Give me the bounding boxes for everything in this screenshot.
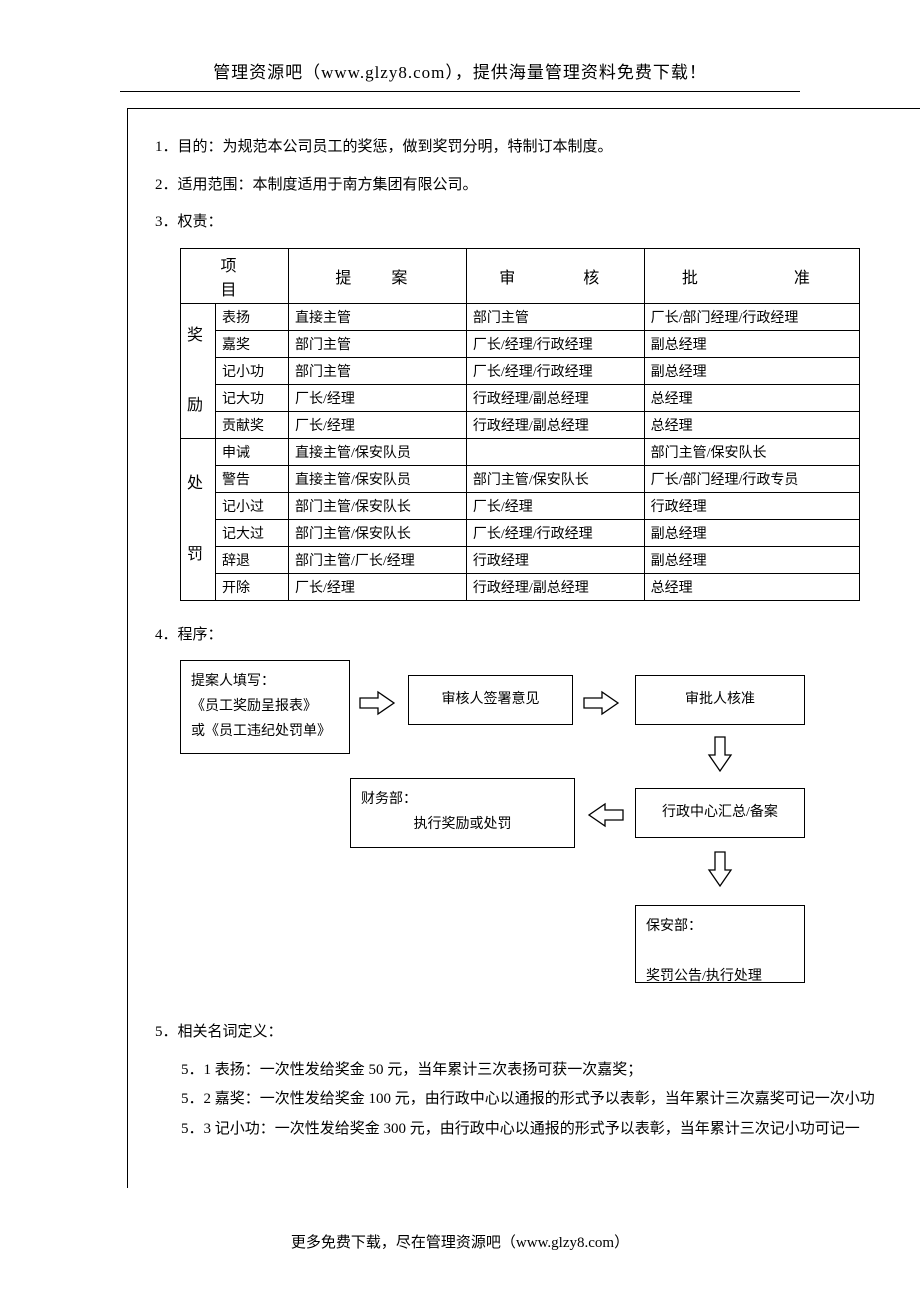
cell-sub: 嘉奖 (216, 330, 289, 357)
flow-box-review: 审核人签署意见 (408, 675, 573, 725)
arrow-left-icon (585, 800, 625, 830)
cell-a: 直接主管/保安队员 (289, 465, 467, 492)
flow-box-finance: 财务部： 执行奖励或处罚 (350, 778, 575, 848)
cell-b: 部门主管 (466, 303, 644, 330)
cell-b: 厂长/经理/行政经理 (466, 330, 644, 357)
arrow-right-icon (358, 688, 398, 718)
cell-a: 部门主管 (289, 357, 467, 384)
responsibility-table: 项 目 提 案 审 核 批 准 奖励 表扬 直接主管 部门主管 厂长/部门经理/… (180, 248, 860, 601)
group-reward-label: 奖励 (181, 303, 216, 438)
cell-b: 厂长/经理/行政经理 (466, 357, 644, 384)
cell-a: 部门主管/保安队长 (289, 492, 467, 519)
cell-c: 部门主管/保安队长 (644, 438, 859, 465)
para-procedure: 4．程序： (155, 623, 895, 649)
cell-sub: 表扬 (216, 303, 289, 330)
page-header: 管理资源吧（www.glzy8.com），提供海量管理资料免费下载！ (0, 0, 920, 83)
cell-sub: 记小功 (216, 357, 289, 384)
table-row: 警告 直接主管/保安队员 部门主管/保安队长 厂长/部门经理/行政专员 (181, 465, 860, 492)
para-responsibility: 3．权责： (155, 210, 895, 236)
table-row: 处罚 申诫 直接主管/保安队员 部门主管/保安队长 (181, 438, 860, 465)
cell-b (466, 438, 644, 465)
cell-b: 厂长/经理 (466, 492, 644, 519)
cell-c: 总经理 (644, 573, 859, 600)
cell-c: 行政经理 (644, 492, 859, 519)
flow-box-approve: 审批人核准 (635, 675, 805, 725)
table-row: 开除 厂长/经理 行政经理/副总经理 总经理 (181, 573, 860, 600)
cell-a: 厂长/经理 (289, 384, 467, 411)
table-row: 记大功 厂长/经理 行政经理/副总经理 总经理 (181, 384, 860, 411)
cell-b: 部门主管/保安队长 (466, 465, 644, 492)
flow-b1-l2: 《员工奖励呈报表》 (191, 699, 317, 714)
cell-c: 厂长/部门经理/行政经理 (644, 303, 859, 330)
table-row: 记大过 部门主管/保安队长 厂长/经理/行政经理 副总经理 (181, 519, 860, 546)
th-review: 审 核 (466, 248, 644, 303)
flow-box-admin: 行政中心汇总/备案 (635, 788, 805, 838)
flow-b2-text: 审核人签署意见 (442, 687, 540, 712)
cell-sub: 开除 (216, 573, 289, 600)
cell-c: 副总经理 (644, 546, 859, 573)
flow-b6-l1: 保安部： (646, 919, 702, 934)
cell-b: 行政经理/副总经理 (466, 384, 644, 411)
flow-box-security: 保安部： 奖罚公告/执行处理 (635, 905, 805, 983)
arrow-down-icon (705, 735, 735, 775)
cell-sub: 警告 (216, 465, 289, 492)
table-row: 贡献奖 厂长/经理 行政经理/副总经理 总经理 (181, 411, 860, 438)
cell-a: 直接主管/保安队员 (289, 438, 467, 465)
cell-sub: 辞退 (216, 546, 289, 573)
para-purpose: 1．目的：为规范本公司员工的奖惩，做到奖罚分明，特制订本制度。 (155, 135, 895, 161)
flow-b3-text: 审批人核准 (685, 687, 755, 712)
flow-b1-l1: 提案人填写： (191, 674, 275, 689)
cell-c: 厂长/部门经理/行政专员 (644, 465, 859, 492)
table-row: 嘉奖 部门主管 厂长/经理/行政经理 副总经理 (181, 330, 860, 357)
flow-box-proposal: 提案人填写： 《员工奖励呈报表》 或《员工违纪处罚单》 (180, 660, 350, 754)
cell-sub: 记大功 (216, 384, 289, 411)
flow-b6-l2: 奖罚公告/执行处理 (646, 969, 762, 984)
document-page: 管理资源吧（www.glzy8.com），提供海量管理资料免费下载！ 1．目的：… (0, 0, 920, 1302)
cell-sub: 贡献奖 (216, 411, 289, 438)
cell-a: 厂长/经理 (289, 411, 467, 438)
cell-sub: 申诫 (216, 438, 289, 465)
cell-a: 厂长/经理 (289, 573, 467, 600)
cell-c: 总经理 (644, 411, 859, 438)
arrow-down-icon (705, 850, 735, 890)
cell-b: 行政经理/副总经理 (466, 573, 644, 600)
flow-b5-l2: 执行奖励或处罚 (414, 817, 512, 832)
cell-b: 厂长/经理/行政经理 (466, 519, 644, 546)
arrow-right-icon (582, 688, 622, 718)
cell-b: 行政经理 (466, 546, 644, 573)
flow-b1-l3: 或《员工违纪处罚单》 (191, 724, 331, 739)
para-scope: 2．适用范围：本制度适用于南方集团有限公司。 (155, 173, 895, 199)
cell-a: 直接主管 (289, 303, 467, 330)
table-header-row: 项 目 提 案 审 核 批 准 (181, 248, 860, 303)
cell-c: 副总经理 (644, 519, 859, 546)
cell-c: 副总经理 (644, 357, 859, 384)
table-row: 记小过 部门主管/保安队长 厂长/经理 行政经理 (181, 492, 860, 519)
cell-a: 部门主管/厂长/经理 (289, 546, 467, 573)
table-row: 记小功 部门主管 厂长/经理/行政经理 副总经理 (181, 357, 860, 384)
flow-diagram: 提案人填写： 《员工奖励呈报表》 或《员工违纪处罚单》 审核人签署意见 审批人核… (180, 660, 880, 1160)
table-row: 奖励 表扬 直接主管 部门主管 厂长/部门经理/行政经理 (181, 303, 860, 330)
th-item: 项 目 (181, 248, 289, 303)
cell-c: 副总经理 (644, 330, 859, 357)
page-footer: 更多免费下载，尽在管理资源吧（www.glzy8.com） (0, 1231, 920, 1252)
flow-b4-text: 行政中心汇总/备案 (662, 800, 778, 825)
content-body: 1．目的：为规范本公司员工的奖惩，做到奖罚分明，特制订本制度。 2．适用范围：本… (155, 135, 895, 1146)
header-rule (120, 91, 800, 92)
cell-a: 部门主管 (289, 330, 467, 357)
th-proposal: 提 案 (289, 248, 467, 303)
cell-sub: 记大过 (216, 519, 289, 546)
flow-b5-l1: 财务部： (361, 792, 417, 807)
cell-sub: 记小过 (216, 492, 289, 519)
th-approve: 批 准 (644, 248, 859, 303)
group-punish-label: 处罚 (181, 438, 216, 600)
cell-a: 部门主管/保安队长 (289, 519, 467, 546)
cell-c: 总经理 (644, 384, 859, 411)
cell-b: 行政经理/副总经理 (466, 411, 644, 438)
table-row: 辞退 部门主管/厂长/经理 行政经理 副总经理 (181, 546, 860, 573)
